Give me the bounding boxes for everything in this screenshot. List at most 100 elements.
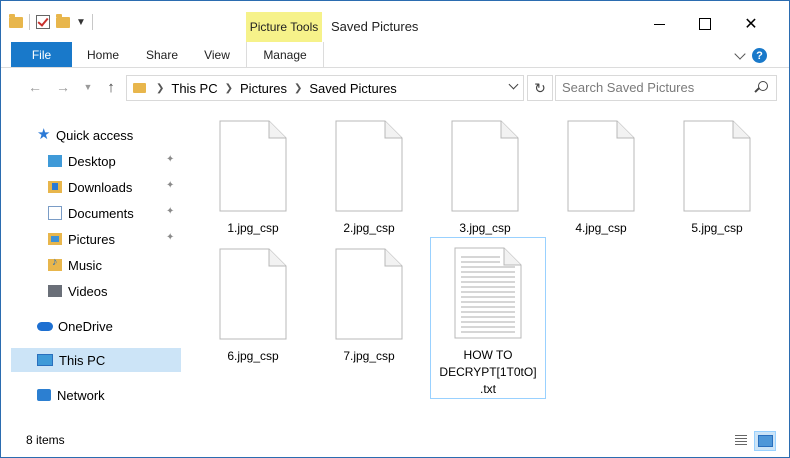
sidebar-item-label: This PC: [59, 352, 106, 368]
sidebar-item-label: Documents: [68, 205, 134, 221]
chevron-down-icon: [508, 79, 518, 89]
file-name: 6.jpg_csp: [227, 349, 279, 363]
file-item[interactable]: 2.jpg_csp: [312, 111, 426, 237]
pin-icon[interactable]: ✦: [166, 207, 175, 217]
up-button[interactable]: ↑: [102, 77, 120, 97]
file-name: 7.jpg_csp: [343, 349, 395, 363]
details-view-icon: [735, 435, 747, 445]
file-list: 1.jpg_csp 2.jpg_csp 3.jpg_csp 4.jpg_csp: [184, 109, 780, 421]
file-name: 2.jpg_csp: [343, 221, 395, 235]
refresh-button[interactable]: ↻: [527, 75, 553, 101]
breadcrumb-saved-pictures[interactable]: Saved Pictures: [309, 81, 396, 96]
back-button[interactable]: ←: [26, 77, 44, 97]
network-icon: [37, 389, 51, 401]
chevron-right-icon[interactable]: ❯: [156, 83, 164, 94]
text-file-icon: [454, 247, 522, 339]
file-item[interactable]: 7.jpg_csp: [312, 239, 426, 365]
folder-icon[interactable]: [9, 13, 23, 28]
sidebar-item-label: Music: [68, 257, 102, 273]
sidebar-item-desktop[interactable]: Desktop ✦: [48, 149, 181, 173]
help-button[interactable]: ?: [752, 48, 767, 63]
item-count: 8 items: [26, 433, 65, 447]
properties-icon[interactable]: [36, 15, 50, 29]
file-item[interactable]: 3.jpg_csp: [428, 111, 542, 237]
expand-ribbon-chevron-icon[interactable]: [734, 47, 746, 60]
recent-locations-button[interactable]: ▼: [79, 77, 97, 97]
refresh-icon: ↻: [534, 79, 546, 96]
maximize-button[interactable]: [682, 9, 728, 39]
sidebar-item-videos[interactable]: Videos: [48, 279, 181, 303]
customize-toolbar-chevron-icon[interactable]: ▼: [76, 17, 86, 28]
ribbon-controls: ?: [734, 47, 767, 63]
picture-tools-label: Picture Tools: [246, 12, 322, 42]
large-icons-view-button[interactable]: [754, 431, 776, 451]
navigation-pane: ★ Quick access Desktop ✦ Downloads ✦ Doc…: [11, 109, 183, 429]
address-dropdown-button[interactable]: [507, 79, 519, 92]
status-bar: 8 items: [1, 426, 789, 456]
music-folder-icon: [48, 256, 62, 271]
downloads-folder-icon: [48, 181, 62, 193]
title-bar: ▼ Picture Tools Saved Pictures ✕: [1, 1, 789, 42]
arrow-left-icon: ←: [28, 79, 42, 95]
videos-folder-icon: [48, 285, 62, 297]
search-icon[interactable]: [758, 81, 768, 91]
file-item[interactable]: 1.jpg_csp: [196, 111, 310, 237]
blank-file-icon: [219, 120, 287, 212]
explorer-window: ▼ Picture Tools Saved Pictures ✕ File Ho…: [0, 0, 790, 458]
sidebar-item-label: Network: [57, 387, 105, 403]
tab-manage[interactable]: Manage: [246, 42, 324, 67]
pin-icon[interactable]: ✦: [166, 233, 175, 243]
tab-file[interactable]: File: [11, 42, 72, 67]
file-name: 3.jpg_csp: [459, 221, 511, 235]
address-bar[interactable]: ❯ This PC ❯ Pictures ❯ Saved Pictures: [126, 75, 524, 101]
sidebar-item-downloads[interactable]: Downloads ✦: [48, 175, 181, 199]
breadcrumb-this-pc[interactable]: This PC: [171, 81, 217, 96]
star-icon: ★: [37, 126, 51, 143]
sidebar-item-documents[interactable]: Documents ✦: [48, 201, 181, 225]
sidebar-item-label: Pictures: [68, 231, 115, 247]
file-item[interactable]: 5.jpg_csp: [660, 111, 774, 237]
file-item-selected[interactable]: HOW TO DECRYPT[1T0tO].txt: [430, 237, 546, 399]
onedrive-cloud-icon: [37, 321, 53, 331]
file-name: HOW TO DECRYPT[1T0tO].txt: [439, 348, 537, 396]
blank-file-icon: [335, 248, 403, 340]
chevron-down-icon: ▼: [83, 82, 93, 92]
sidebar-item-label: Downloads: [68, 179, 133, 195]
search-box[interactable]: [555, 75, 777, 101]
sidebar-item-quick-access[interactable]: ★ Quick access: [37, 123, 181, 147]
minimize-icon: [653, 23, 665, 25]
chevron-right-icon[interactable]: ❯: [225, 83, 233, 94]
computer-icon: [37, 354, 53, 366]
arrow-up-icon: ↑: [107, 78, 115, 96]
pin-icon[interactable]: ✦: [166, 181, 175, 191]
tab-share[interactable]: Share: [134, 42, 190, 67]
tab-home[interactable]: Home: [74, 42, 132, 67]
minimize-button[interactable]: [636, 9, 682, 39]
sidebar-item-label: Videos: [68, 283, 108, 299]
sidebar-item-network[interactable]: Network: [37, 383, 181, 407]
large-icons-view-icon: [757, 435, 773, 447]
ribbon-tabs: File Home Share View Manage: [1, 42, 789, 68]
quick-access-toolbar: ▼: [9, 13, 93, 31]
forward-button[interactable]: →: [54, 77, 72, 97]
chevron-right-icon[interactable]: ❯: [294, 83, 302, 94]
blank-file-icon: [451, 120, 519, 212]
file-item[interactable]: 6.jpg_csp: [196, 239, 310, 365]
sidebar-item-pictures[interactable]: Pictures ✦: [48, 227, 181, 251]
sidebar-item-music[interactable]: Music: [48, 253, 181, 277]
tab-view[interactable]: View: [192, 42, 242, 67]
folder-icon: [133, 83, 146, 93]
pin-icon[interactable]: ✦: [166, 155, 175, 165]
sidebar-item-label: Desktop: [68, 153, 116, 169]
sidebar-item-this-pc[interactable]: This PC: [11, 348, 181, 372]
close-button[interactable]: ✕: [728, 9, 774, 39]
arrow-right-icon: →: [56, 79, 70, 95]
sidebar-item-label: Quick access: [56, 127, 134, 143]
sidebar-item-onedrive[interactable]: OneDrive: [37, 314, 181, 338]
file-item[interactable]: 4.jpg_csp: [544, 111, 658, 237]
details-view-button[interactable]: [731, 431, 751, 449]
search-input[interactable]: [562, 79, 742, 95]
breadcrumb-pictures[interactable]: Pictures: [240, 81, 287, 96]
sidebar-item-label: OneDrive: [58, 318, 113, 334]
new-folder-icon[interactable]: [56, 13, 70, 28]
